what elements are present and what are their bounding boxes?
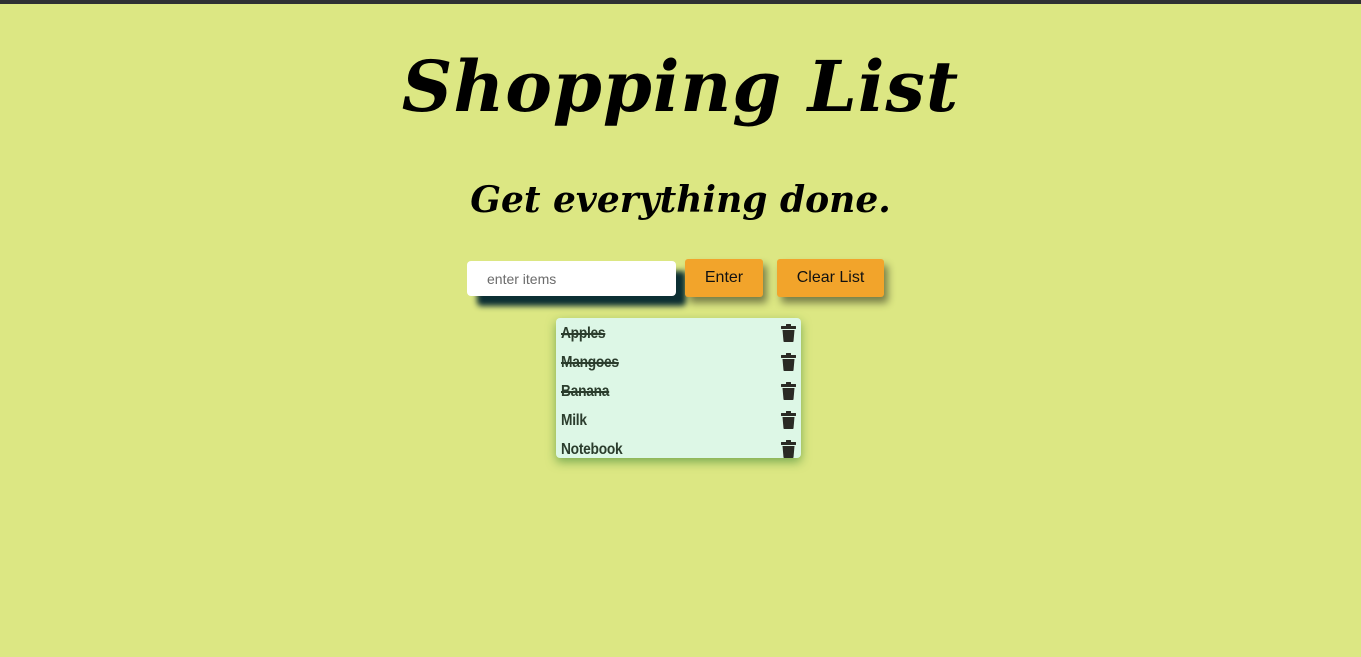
enter-button[interactable]: Enter [685, 259, 763, 297]
page-title: Shopping List [401, 45, 960, 128]
list-item[interactable]: Apples [556, 319, 801, 348]
clear-list-button[interactable]: Clear List [777, 259, 884, 297]
item-label[interactable]: Mangoes [561, 354, 619, 372]
item-label[interactable]: Notebook [561, 441, 623, 459]
top-strip [0, 0, 1361, 4]
item-label[interactable]: Apples [561, 325, 606, 343]
trash-icon[interactable] [781, 382, 796, 400]
item-label[interactable]: Milk [561, 412, 587, 430]
list-item[interactable]: Mangoes [556, 348, 801, 377]
page-subtitle: Get everything done. [470, 179, 891, 221]
trash-icon[interactable] [781, 353, 796, 371]
list-item[interactable]: Banana [556, 377, 801, 406]
trash-icon[interactable] [781, 440, 796, 458]
item-label[interactable]: Banana [561, 383, 609, 401]
trash-icon[interactable] [781, 324, 796, 342]
item-input[interactable] [467, 261, 676, 296]
list-item[interactable]: Milk [556, 406, 801, 435]
list-item[interactable]: Notebook [556, 435, 801, 464]
trash-icon[interactable] [781, 411, 796, 429]
shopping-list: Apples Mangoes Banana Milk Notebook [556, 318, 801, 458]
